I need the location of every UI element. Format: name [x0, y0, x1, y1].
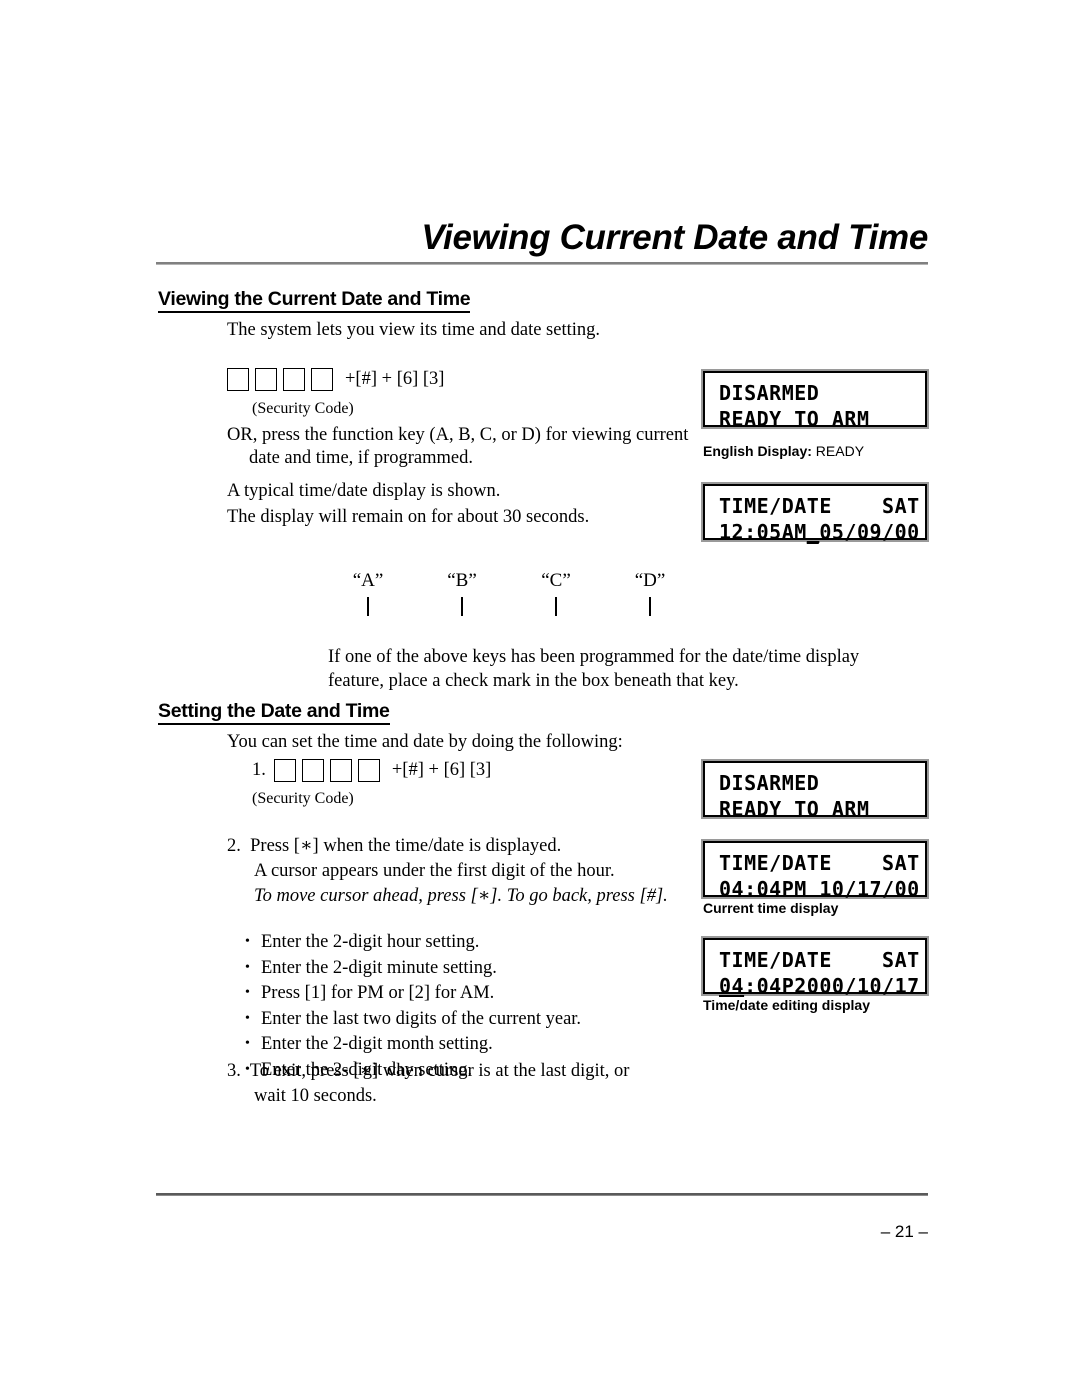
lcd-line-1: TIME/DATE SAT: [719, 851, 920, 875]
lcd-line-1: TIME/DATE SAT: [719, 494, 920, 518]
lcd-cursor: 04: [719, 974, 745, 998]
title-block: Viewing Current Date and Time: [156, 218, 928, 265]
list-item: Press [1] for PM or [2] for AM.: [245, 980, 705, 1007]
step-2-text: Press [∗] when the time/date is displaye…: [250, 836, 562, 856]
function-key-d-label: “D”: [634, 570, 666, 591]
lcd-caption-current-time: Current time display: [703, 900, 839, 916]
function-key-b-box[interactable]: [461, 597, 463, 616]
lcd-display-disarmed-1: DISARMED READY TO ARM: [703, 371, 927, 431]
section-heading-setting: Setting the Date and Time: [158, 700, 390, 725]
function-key-d-box[interactable]: [649, 597, 651, 616]
lcd-line-2: 04:04PM 10/17/00: [719, 877, 920, 901]
function-keys-note: If one of the above keys has been progra…: [328, 647, 860, 691]
step-2: 2. Press [∗] when the time/date is displ…: [227, 834, 697, 909]
lcd-caption-value: READY: [811, 443, 865, 459]
function-key-a-box[interactable]: [367, 597, 369, 616]
function-key-c-label: “C”: [541, 570, 571, 591]
page-title: Viewing Current Date and Time: [421, 218, 928, 257]
lcd-date-value: 05/09/00: [819, 520, 920, 544]
title-divider: [156, 262, 928, 265]
lcd-line-2: READY TO ARM: [719, 797, 870, 821]
lcd-caption-english-display: English Display: READY: [703, 443, 864, 459]
step-2-number: 2.: [227, 836, 241, 856]
lcd-display-disarmed-2: DISARMED READY TO ARM: [703, 761, 927, 821]
lcd-display-editing: TIME/DATE SAT 04:04P2000/10/17: [703, 938, 927, 998]
list-item: Enter the 2-digit hour setting.: [245, 929, 705, 956]
step-3-number: 3.: [227, 1061, 241, 1081]
section-heading-viewing: Viewing the Current Date and Time: [158, 288, 471, 313]
security-code-entry-setting: 1. +[#] + [6] [3]: [252, 759, 491, 782]
function-key-c-box[interactable]: [555, 597, 557, 616]
security-code-box[interactable]: [357, 759, 380, 782]
lcd-time-value: 12:05AM: [719, 520, 807, 544]
lcd-display-current-time: TIME/DATE SAT 04:04PM 10/17/00: [703, 841, 927, 901]
security-code-box[interactable]: [329, 759, 352, 782]
security-code-box[interactable]: [301, 759, 324, 782]
footer-divider: [156, 1193, 928, 1196]
keypad-sequence-setting: +[#] + [6] [3]: [391, 760, 492, 780]
security-code-caption: (Security Code): [252, 790, 354, 807]
security-code-box[interactable]: [273, 759, 296, 782]
viewing-or-press-line: OR, press the function key (A, B, C, or …: [227, 425, 689, 468]
security-code-box[interactable]: [283, 368, 305, 391]
lcd-caption-editing: Time/date editing display: [703, 997, 871, 1013]
list-item: Enter the last two digits of the current…: [245, 1006, 705, 1033]
lcd-display-timedate-1: TIME/DATE SAT 12:05AM_05/09/00: [703, 484, 927, 544]
viewing-remain-text: The display will remain on for about 30 …: [227, 507, 590, 527]
function-key-a: “A”: [336, 570, 400, 616]
lcd-line-2: READY TO ARM: [719, 407, 870, 431]
function-key-d: “D”: [618, 570, 682, 616]
step-1-number: 1.: [252, 760, 266, 780]
lcd-line-2: 12:05AM_05/09/00: [719, 519, 919, 545]
viewing-intro-text: The system lets you view its time and da…: [227, 320, 601, 340]
step-2-line1: 2. Press [∗] when the time/date is displ…: [227, 834, 697, 859]
lcd-line-2: 04:04P2000/10/17: [719, 973, 919, 999]
lcd-line-1: DISARMED: [719, 771, 820, 795]
list-item: Enter the 2-digit month setting.: [245, 1031, 705, 1058]
list-item: Enter the 2-digit minute setting.: [245, 955, 705, 982]
security-code-box[interactable]: [311, 368, 333, 391]
lcd-line-1: DISARMED: [719, 381, 820, 405]
function-key-c: “C”: [524, 570, 588, 616]
step-3-text: To exit, press [∗] when cursor is at the…: [249, 1061, 630, 1081]
function-key-b-label: “B”: [447, 570, 477, 591]
step-3-line2: wait 10 seconds.: [254, 1086, 377, 1106]
step-2-line2: A cursor appears under the first digit o…: [254, 861, 615, 881]
page-number: – 21 –: [880, 1222, 928, 1241]
security-code-entry-viewing: +[#] + [6] [3]: [227, 368, 444, 391]
document-page: Viewing Current Date and Time Viewing th…: [0, 0, 1080, 1397]
viewing-typical-text: A typical time/date display is shown.: [227, 481, 501, 501]
function-key-b: “B”: [430, 570, 494, 616]
viewing-or-press-text: OR, press the function key (A, B, C, or …: [227, 424, 697, 470]
security-code-box[interactable]: [255, 368, 277, 391]
lcd-line-1: TIME/DATE SAT: [719, 948, 920, 972]
setting-intro-text: You can set the time and date by doing t…: [227, 732, 623, 752]
function-key-checkboxes: “A” “B” “C” “D”: [336, 570, 682, 616]
lcd-cursor: _: [806, 520, 820, 544]
lcd-caption-label: English Display:: [703, 443, 812, 459]
security-code-caption: (Security Code): [252, 400, 354, 417]
keypad-sequence-viewing: +[#] + [6] [3]: [345, 369, 445, 389]
step-3-line1: 3. To exit, press [∗] when cursor is at …: [227, 1059, 697, 1084]
security-code-box[interactable]: [227, 368, 249, 391]
function-key-a-label: “A”: [352, 570, 384, 591]
lcd-editing-value: :04P2000/10/17: [744, 974, 920, 998]
step-2-cursor-note: To move cursor ahead, press [∗]. To go b…: [254, 886, 668, 906]
step-3: 3. To exit, press [∗] when cursor is at …: [227, 1059, 697, 1109]
